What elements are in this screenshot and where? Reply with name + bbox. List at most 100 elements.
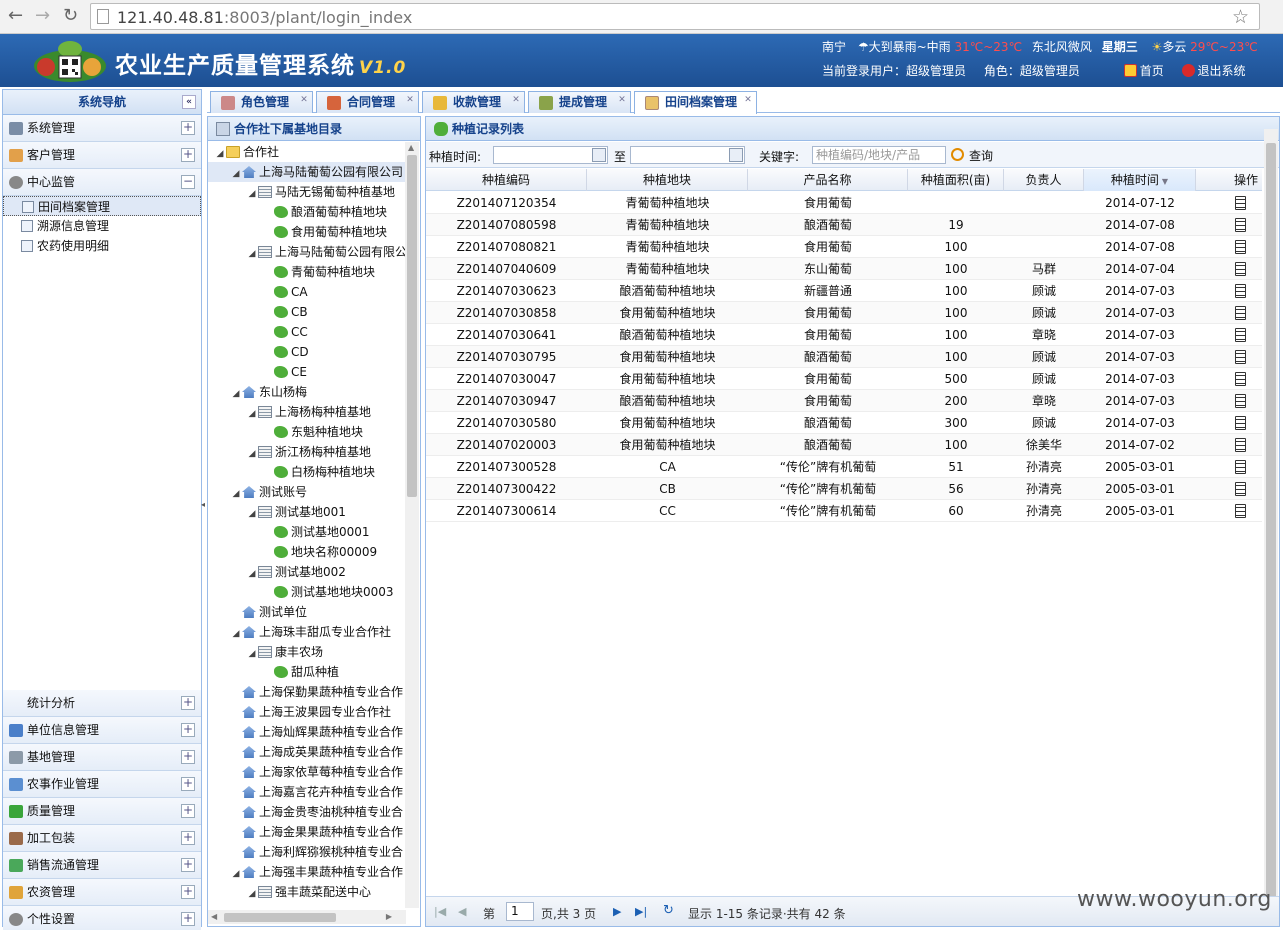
view-detail-icon[interactable]: [1235, 262, 1246, 276]
table-row[interactable]: Z201407030795 食用葡萄种植地块 酿酒葡萄 100 顾诚 2014-07-03: [426, 346, 1262, 368]
tree-expander-icon[interactable]: ◢: [246, 564, 258, 584]
tree-expander-icon[interactable]: ◢: [246, 884, 258, 902]
tree-expander-icon[interactable]: ◢: [230, 624, 242, 644]
scroll-right-icon[interactable]: ▶: [386, 912, 392, 921]
close-icon[interactable]: ✕: [299, 95, 309, 105]
tree-node[interactable]: CB: [208, 302, 408, 322]
tree-node[interactable]: 食用葡萄种植地块: [208, 222, 408, 242]
expand-icon[interactable]: +: [181, 777, 195, 791]
tree-node[interactable]: 上海家依草莓种植专业合作: [208, 762, 408, 782]
tree-expander-icon[interactable]: ◢: [246, 244, 258, 264]
table-row[interactable]: Z201407300422 CB “传伦”牌有机葡萄 56 孙清亮 2005-03-01: [426, 478, 1262, 500]
nav-item-sales[interactable]: 销售流通管理 +: [3, 852, 201, 879]
tree-node[interactable]: ◢ 上海强丰果蔬种植专业合作: [208, 862, 408, 882]
tree-node[interactable]: 上海王波果园专业合作社: [208, 702, 408, 722]
view-detail-icon[interactable]: [1235, 240, 1246, 254]
tree-expander-icon[interactable]: ◢: [230, 384, 242, 404]
tree-node[interactable]: CA: [208, 282, 408, 302]
tree-node[interactable]: 上海利辉猕猴桃种植专业合: [208, 842, 408, 862]
refresh-icon[interactable]: ↻: [663, 903, 674, 918]
nav-item-customers[interactable]: 客户管理 +: [3, 142, 201, 169]
table-row[interactable]: Z201407300614 CC “传伦”牌有机葡萄 60 孙清亮 2005-03-01: [426, 500, 1262, 522]
view-detail-icon[interactable]: [1235, 372, 1246, 386]
tree-node[interactable]: ◢ 上海马陆葡萄公园有限公: [208, 242, 408, 262]
tree-node[interactable]: CC: [208, 322, 408, 342]
expand-icon[interactable]: +: [181, 750, 195, 764]
query-button[interactable]: 查询: [951, 147, 993, 164]
reload-icon[interactable]: ↻: [63, 6, 78, 26]
close-icon[interactable]: ✕: [405, 95, 415, 105]
tab-field-records[interactable]: 田间档案管理 ✕: [634, 91, 757, 114]
tree-node[interactable]: 酿酒葡萄种植地块: [208, 202, 408, 222]
grid-vertical-scrollbar[interactable]: [1264, 129, 1278, 909]
table-row[interactable]: Z201407080598 青葡萄种植地块 酿酒葡萄 19 2014-07-08: [426, 214, 1262, 236]
table-row[interactable]: Z201407030580 食用葡萄种植地块 酿酒葡萄 300 顾诚 2014-07-03: [426, 412, 1262, 434]
forward-icon[interactable]: →: [35, 6, 50, 26]
splitter-handle[interactable]: ◂: [201, 500, 205, 509]
table-row[interactable]: Z201407030623 酿酒葡萄种植地块 新疆普通 100 顾诚 2014-07-03: [426, 280, 1262, 302]
collapse-icon[interactable]: −: [181, 175, 195, 189]
tree-node[interactable]: ◢ 测试账号: [208, 482, 408, 502]
tab-payment-management[interactable]: 收款管理 ✕: [422, 91, 525, 113]
view-detail-icon[interactable]: [1235, 218, 1246, 232]
nav-subitem-field-records[interactable]: 田间档案管理: [3, 196, 201, 216]
tree-expander-icon[interactable]: ◢: [246, 184, 258, 204]
tree-node[interactable]: ◢ 上海马陆葡萄公园有限公司: [208, 162, 408, 182]
back-icon[interactable]: ←: [8, 6, 23, 26]
first-page-icon[interactable]: |◀: [434, 905, 446, 918]
tree-expander-icon[interactable]: ◢: [246, 404, 258, 424]
close-icon[interactable]: ✕: [511, 95, 521, 105]
column-header-owner[interactable]: 负责人: [1004, 169, 1084, 191]
nav-item-farm-supplies[interactable]: 农资管理 +: [3, 879, 201, 906]
tree-expander-icon[interactable]: ◢: [230, 164, 242, 184]
expand-icon[interactable]: +: [181, 696, 195, 710]
nav-subitem-trace-info[interactable]: 溯源信息管理: [3, 216, 201, 236]
tree-node[interactable]: 上海保勤果蔬种植专业合作: [208, 682, 408, 702]
tree-node[interactable]: CE: [208, 362, 408, 382]
close-icon[interactable]: ✕: [743, 95, 753, 105]
tree-node[interactable]: 上海金果果蔬种植专业合作: [208, 822, 408, 842]
view-detail-icon[interactable]: [1235, 394, 1246, 408]
expand-icon[interactable]: +: [181, 804, 195, 818]
tree-expander-icon[interactable]: ◢: [246, 504, 258, 524]
tree-node[interactable]: 东魁种植地块: [208, 422, 408, 442]
tree-node[interactable]: ◢ 浙江杨梅种植基地: [208, 442, 408, 462]
end-date-input[interactable]: [630, 146, 745, 164]
scroll-left-icon[interactable]: ◀: [211, 912, 217, 921]
scroll-thumb[interactable]: [224, 913, 336, 922]
table-row[interactable]: Z201407040609 青葡萄种植地块 东山葡萄 100 马群 2014-07-04: [426, 258, 1262, 280]
table-row[interactable]: Z201407020003 食用葡萄种植地块 酿酒葡萄 100 徐美华 2014-07-0…: [426, 434, 1262, 456]
nav-item-processing[interactable]: 加工包装 +: [3, 825, 201, 852]
expand-icon[interactable]: +: [181, 912, 195, 926]
view-detail-icon[interactable]: [1235, 504, 1246, 518]
nav-item-personal-settings[interactable]: 个性设置 +: [3, 906, 201, 930]
nav-item-monitoring[interactable]: 中心监管 −: [3, 169, 201, 196]
logout-link[interactable]: 退出系统: [1181, 64, 1246, 78]
address-bar[interactable]: 121.40.48.81:8003/plant/login_index ☆: [90, 3, 1260, 30]
tree-node[interactable]: 测试基地0001: [208, 522, 408, 542]
view-detail-icon[interactable]: [1235, 328, 1246, 342]
table-row[interactable]: Z201407030858 食用葡萄种植地块 食用葡萄 100 顾诚 2014-07-03: [426, 302, 1262, 324]
tree-node[interactable]: 测试单位: [208, 602, 408, 622]
calendar-icon[interactable]: [729, 148, 743, 162]
view-detail-icon[interactable]: [1235, 482, 1246, 496]
tree-node[interactable]: 测试基地地块0003: [208, 582, 408, 602]
scroll-thumb[interactable]: [407, 155, 417, 497]
tree-node[interactable]: ◢ 上海珠丰甜瓜专业合作社: [208, 622, 408, 642]
tree-node[interactable]: ◢ 测试基地001: [208, 502, 408, 522]
tree-node[interactable]: 上海成英果蔬种植专业合作: [208, 742, 408, 762]
keyword-input[interactable]: 种植编码/地块/产品: [812, 146, 946, 164]
tree-horizontal-scrollbar[interactable]: ◀ ▶: [208, 910, 406, 924]
calendar-icon[interactable]: [592, 148, 606, 162]
tree-node[interactable]: ◢ 强丰蔬菜配送中心: [208, 882, 408, 902]
tree-node[interactable]: ◢ 康丰农场: [208, 642, 408, 662]
next-page-icon[interactable]: ▶: [613, 905, 621, 918]
last-page-icon[interactable]: ▶|: [635, 905, 647, 918]
view-detail-icon[interactable]: [1235, 460, 1246, 474]
home-link[interactable]: 首页: [1123, 64, 1164, 78]
tree-node[interactable]: 上海嘉言花卉种植专业合作: [208, 782, 408, 802]
expand-icon[interactable]: +: [181, 831, 195, 845]
tree-expander-icon[interactable]: ◢: [230, 484, 242, 504]
tree-node[interactable]: ◢ 上海杨梅种植基地: [208, 402, 408, 422]
tab-role-management[interactable]: 角色管理 ✕: [210, 91, 313, 113]
